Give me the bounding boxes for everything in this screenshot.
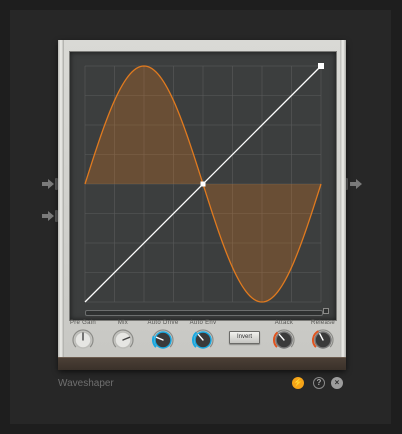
horizontal-scrollbar[interactable] bbox=[85, 310, 323, 316]
pre-gain-knob[interactable] bbox=[72, 329, 94, 351]
attack-knob[interactable] bbox=[273, 329, 295, 351]
mix-control: Mix bbox=[103, 319, 143, 351]
pre-gain-control: Pre Gain bbox=[63, 319, 103, 351]
auto-drive-knob[interactable] bbox=[152, 329, 174, 351]
auto-env-knob[interactable] bbox=[192, 329, 214, 351]
waveshape-display[interactable] bbox=[69, 51, 337, 321]
auto-env-control: Auto Env bbox=[183, 319, 223, 351]
audio-input-port-icon[interactable] bbox=[41, 177, 59, 191]
release-control: Release bbox=[303, 319, 343, 351]
release-label: Release bbox=[310, 320, 336, 326]
scrollbar-end-handle[interactable] bbox=[323, 308, 329, 314]
audio-output-port-icon[interactable] bbox=[344, 177, 364, 191]
breakpoint-handle[interactable] bbox=[318, 63, 324, 69]
attack-label: Attack bbox=[274, 320, 294, 326]
close-icon[interactable]: × bbox=[331, 377, 343, 389]
breakpoint-handle[interactable] bbox=[200, 181, 206, 187]
mix-label: Mix bbox=[117, 320, 129, 326]
release-knob[interactable] bbox=[312, 329, 334, 351]
control-strip: Pre Gain Mix Auto Drive Auto Env Invert … bbox=[58, 319, 346, 359]
transfer-curve-graph[interactable] bbox=[70, 52, 336, 320]
mix-knob[interactable] bbox=[112, 329, 134, 351]
device-title: Waveshaper bbox=[58, 378, 114, 389]
invert-button[interactable]: Invert bbox=[229, 331, 260, 344]
attack-control: Attack bbox=[264, 319, 304, 351]
left-rail bbox=[58, 40, 64, 358]
power-icon[interactable]: ⚡ bbox=[292, 377, 304, 389]
sidechain-input-port-icon[interactable] bbox=[41, 209, 59, 223]
auto-drive-label: Auto Drive bbox=[147, 320, 179, 326]
device-footer-bar bbox=[58, 357, 346, 370]
auto-drive-control: Auto Drive bbox=[143, 319, 183, 351]
auto-env-label: Auto Env bbox=[189, 320, 217, 326]
pre-gain-label: Pre Gain bbox=[69, 320, 97, 326]
right-rail bbox=[340, 40, 346, 358]
waveshaper-device: Pre Gain Mix Auto Drive Auto Env Invert … bbox=[58, 40, 346, 370]
help-icon[interactable]: ? bbox=[313, 377, 325, 389]
